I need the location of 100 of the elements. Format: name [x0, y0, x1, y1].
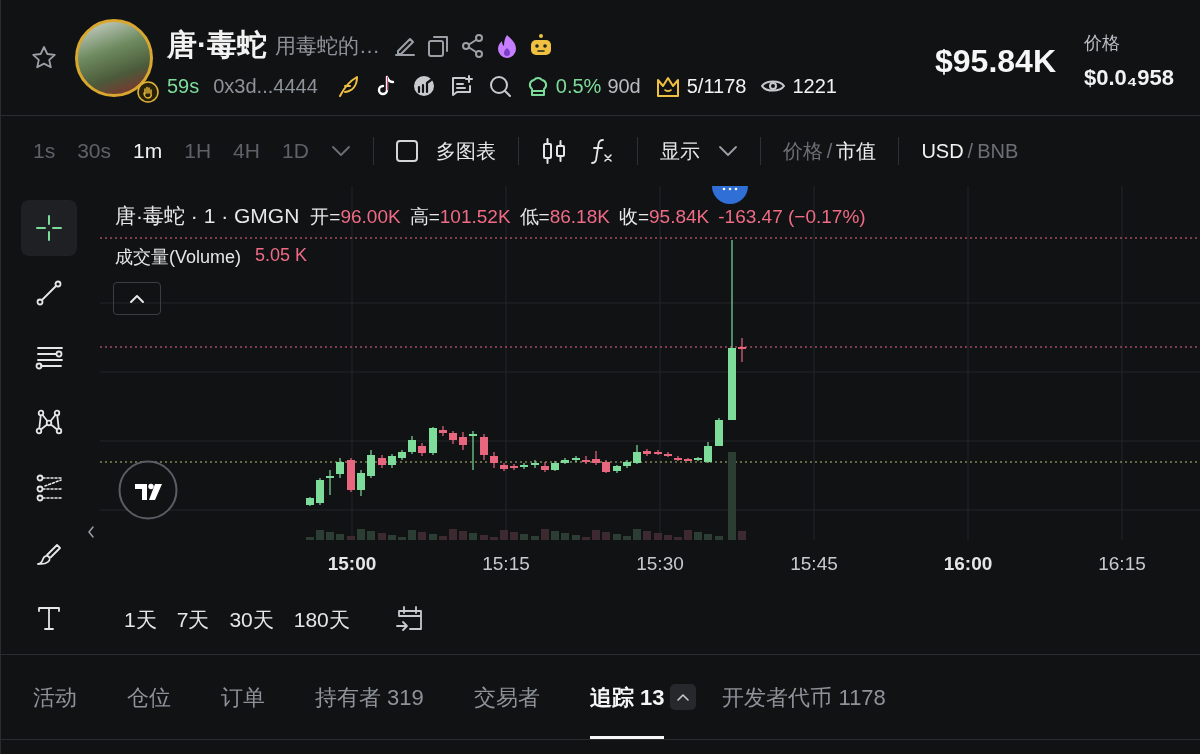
time-axis-label: 16:00 [942, 553, 994, 576]
holder-share: 0.5% [555, 74, 602, 98]
candlestick [429, 426, 437, 456]
volume-bar [694, 532, 702, 540]
volume-bar [674, 537, 682, 540]
volume-bar [398, 537, 406, 540]
chat-icon[interactable] [449, 74, 474, 98]
volume-bar [490, 537, 498, 540]
candlestick-icon[interactable] [540, 137, 567, 165]
hand-icon [137, 80, 159, 103]
range-button[interactable]: 180天 [293, 606, 350, 635]
volume-bar [643, 531, 651, 540]
checkbox[interactable] [395, 140, 418, 162]
tab[interactable]: 交易者 [473, 655, 540, 739]
currency-option[interactable]: USD [921, 139, 964, 163]
marker-icon[interactable] [712, 186, 748, 204]
candlestick [367, 449, 375, 479]
candlestick [633, 444, 641, 465]
candlestick [408, 435, 416, 455]
logo-icon[interactable] [118, 460, 178, 520]
range-button[interactable]: 1天 [124, 606, 157, 635]
volume-bar [551, 531, 559, 540]
candlestick [459, 431, 467, 451]
time-axis-label: 15:00 [326, 553, 378, 576]
chevron-up-icon [129, 293, 145, 304]
candlestick [551, 460, 559, 472]
toggle-button[interactable] [670, 684, 697, 710]
volume-bar [715, 536, 723, 540]
drawing-tool-button[interactable] [21, 200, 77, 256]
collapse-button[interactable] [113, 282, 161, 315]
star-icon[interactable] [31, 44, 57, 71]
chart-symbol: 唐·毒蛇 · 1 · GMGN [115, 203, 300, 229]
candlestick [684, 457, 692, 462]
tab[interactable]: 开发者代币 1178 [722, 655, 886, 739]
candlestick [654, 449, 662, 456]
candlestick [643, 448, 651, 457]
contract-address[interactable]: 0x3d...4444 [213, 74, 318, 98]
range-button[interactable]: 30天 [229, 606, 274, 635]
tab[interactable]: 持有者 319 [315, 655, 424, 739]
candlestick [500, 462, 508, 472]
volume-bar [459, 531, 467, 540]
volume-bar [592, 530, 600, 540]
function-icon[interactable] [588, 137, 615, 165]
volume-bar [469, 533, 477, 540]
candlestick [704, 441, 712, 464]
volume-bar [388, 535, 396, 540]
chevron-up-icon [676, 692, 691, 702]
volume-label: 成交量(Volume) [115, 246, 242, 269]
crosshair-icon [35, 214, 63, 242]
volume-bar [418, 532, 426, 540]
candlestick [664, 451, 672, 458]
chart-circle-icon[interactable] [411, 74, 436, 98]
price-label: 价格 [1084, 31, 1121, 55]
separator-slash: / [826, 139, 833, 163]
display-dropdown[interactable]: 显示 [659, 137, 738, 165]
volume-bar [378, 533, 386, 540]
volume-bar [654, 533, 662, 540]
volume-bar [367, 531, 375, 540]
volume-bar [347, 536, 355, 540]
tab[interactable]: 订单 [221, 655, 265, 739]
value-mode-option[interactable]: 价格 [782, 137, 823, 165]
market-cap: $95.84K [935, 43, 1056, 80]
volume-bar [541, 529, 549, 540]
interval-tab[interactable]: 1m [133, 139, 163, 163]
volume-bar [602, 532, 610, 540]
candlestick [613, 464, 621, 474]
currency-option[interactable]: BNB [977, 139, 1019, 163]
candlestick [449, 430, 457, 445]
volume-bar [531, 536, 539, 540]
token-age: 59s [167, 74, 200, 98]
time-axis-label: 15:15 [481, 553, 531, 576]
search-icon[interactable] [487, 74, 512, 98]
volume-value: 5.05 K [255, 245, 308, 267]
token-description: 用毒蛇的… [275, 32, 380, 59]
candlestick [439, 425, 447, 437]
chevron-down-icon [717, 145, 738, 157]
volume-bar [613, 534, 621, 540]
candlestick [510, 463, 518, 471]
tab[interactable]: 仓位 [127, 655, 171, 739]
ohlc-value: 开=96.00K [310, 205, 401, 229]
candlestick [738, 337, 746, 363]
tab[interactable]: 追踪 13 [589, 655, 665, 739]
share-icon[interactable] [460, 32, 486, 59]
value-mode-option[interactable]: 市值 [836, 137, 877, 165]
chevron-left-icon[interactable] [87, 525, 95, 539]
volume-bar [357, 529, 365, 540]
candlestick [623, 459, 631, 469]
candlestick [357, 469, 365, 497]
candlestick [306, 496, 314, 507]
chevron-down-icon[interactable] [330, 145, 351, 157]
text-icon [35, 604, 63, 632]
volume-bar [326, 532, 334, 540]
tab[interactable]: 活动 [33, 655, 77, 739]
candlestick [398, 449, 406, 461]
rank-count: 5/1178 [686, 74, 747, 98]
volume-bar [664, 535, 672, 540]
range-button[interactable]: 7天 [176, 606, 210, 635]
candlestick [592, 450, 600, 466]
crown-icon [654, 74, 681, 98]
volume-bar [510, 532, 518, 540]
